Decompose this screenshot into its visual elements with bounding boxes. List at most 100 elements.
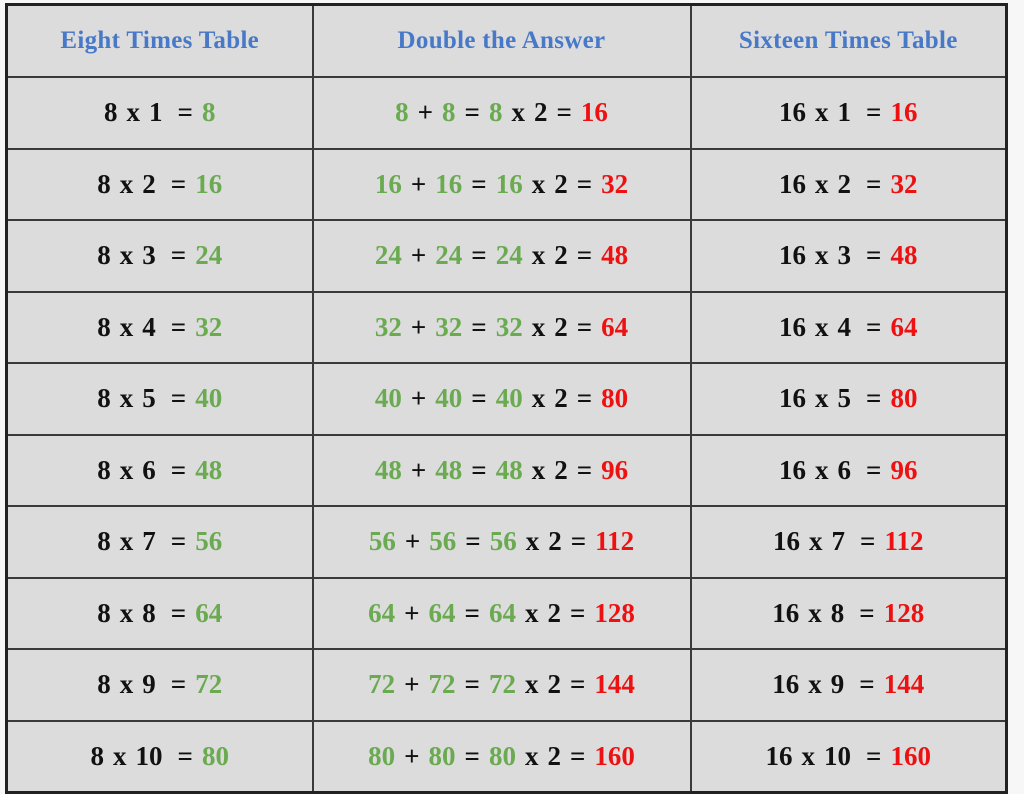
cell-double-the-answer: 32 +32 = 32 x 2 = 64 <box>311 290 692 364</box>
factor-b: 8 <box>142 597 156 628</box>
product-value: 32 <box>195 311 223 342</box>
factor-b: 6 <box>837 454 852 485</box>
times-operator: x <box>815 97 829 128</box>
base-value: 40 <box>495 383 523 414</box>
cell-eight-times-table: 8 x 5 = 40 <box>5 362 314 436</box>
cell-eight-times-table: 8 x 10 = 80 <box>5 719 314 794</box>
table-header: Eight Times Table Double the Answer Sixt… <box>5 3 1008 78</box>
cell-eight-times-table: 8 x 1 = 8 <box>5 76 314 150</box>
plus-operator: + <box>417 97 434 128</box>
equals-operator-first: = <box>471 311 487 342</box>
cell-double-the-answer: 56 +56 = 56 x 2 = 112 <box>311 505 692 579</box>
result-value: 96 <box>601 454 629 485</box>
result-value: 64 <box>601 311 629 342</box>
times-operator: x <box>119 526 134 557</box>
base-value: 48 <box>495 454 523 485</box>
cell-double-the-answer: 16 +16 = 16 x 2 = 32 <box>311 147 692 221</box>
times-operator: x <box>531 240 546 271</box>
equals-operator-first: = <box>465 526 481 557</box>
factor-a: 16 <box>779 311 807 342</box>
times-operator: x <box>531 168 546 199</box>
cell-sixteen-times-table: 16 x 6 = 96 <box>689 433 1008 507</box>
equals-operator: = <box>860 526 876 557</box>
factor-b: 10 <box>824 740 852 771</box>
doubling-factor: 2 <box>547 669 561 700</box>
addend-second: 64 <box>428 597 456 628</box>
times-table: Eight Times Table Double the Answer Sixt… <box>5 3 1008 794</box>
product-value: 48 <box>195 454 223 485</box>
equals-operator-second: = <box>569 669 586 700</box>
cell-double-the-answer: 72 +72 = 72 x 2 = 144 <box>311 648 692 722</box>
equals-operator-second: = <box>576 240 593 271</box>
equals-operator-first: = <box>464 97 480 128</box>
result-value: 144 <box>594 669 635 700</box>
product-value: 64 <box>195 597 223 628</box>
addend-first: 32 <box>374 311 402 342</box>
factor-b: 5 <box>837 383 852 414</box>
product-value: 24 <box>195 240 223 271</box>
times-operator: x <box>524 597 539 628</box>
equals-operator-second: = <box>576 311 593 342</box>
cell-eight-times-table: 8 x 7 = 56 <box>5 505 314 579</box>
factor-b: 6 <box>142 454 156 485</box>
product-value: 72 <box>195 669 223 700</box>
times-operator: x <box>815 383 829 414</box>
addend-first: 56 <box>368 526 396 557</box>
base-value: 56 <box>489 526 517 557</box>
factor-b: 4 <box>837 311 852 342</box>
factor-b: 8 <box>830 597 845 628</box>
product-value: 96 <box>890 454 918 485</box>
cell-eight-times-table: 8 x 6 = 48 <box>5 433 314 507</box>
table-row: 8 x 7 = 56 56 +56 = 56 x 2 = 112 16 x 7 = 112 <box>5 505 1008 579</box>
plus-operator: + <box>410 383 427 414</box>
equals-operator-first: = <box>464 597 480 628</box>
column-header-double-the-answer: Double the Answer <box>311 3 692 78</box>
addend-first: 16 <box>374 168 402 199</box>
table-row: 8 x 6 = 48 48 +48 = 48 x 2 = 96 16 x 6 = 96 <box>5 433 1008 507</box>
doubling-factor: 2 <box>554 383 568 414</box>
product-value: 40 <box>195 383 223 414</box>
product-value: 80 <box>201 740 229 771</box>
times-operator: x <box>524 740 539 771</box>
equals-operator-first: = <box>471 168 487 199</box>
header-row: Eight Times Table Double the Answer Sixt… <box>5 3 1008 78</box>
equals-operator-first: = <box>471 240 487 271</box>
factor-a: 8 <box>97 383 111 414</box>
base-value: 72 <box>488 669 516 700</box>
cell-sixteen-times-table: 16 x 8 = 128 <box>689 576 1008 650</box>
product-value: 64 <box>890 311 918 342</box>
cell-sixteen-times-table: 16 x 2 = 32 <box>689 147 1008 221</box>
factor-a: 8 <box>90 740 105 771</box>
addend-second: 8 <box>442 97 456 128</box>
factor-b: 7 <box>831 526 846 557</box>
table-row: 8 x 10 = 80 80 +80 = 80 x 2 = 160 16 x 10 = 160 <box>5 719 1008 794</box>
factor-b: 3 <box>837 240 852 271</box>
result-value: 160 <box>594 740 635 771</box>
cell-double-the-answer: 8 +8 = 8 x 2 = 16 <box>311 76 692 150</box>
times-operator: x <box>815 454 829 485</box>
times-operator: x <box>119 454 134 485</box>
plus-operator: + <box>404 597 420 628</box>
plus-operator: + <box>410 311 427 342</box>
equals-operator-first: = <box>471 383 487 414</box>
times-operator: x <box>531 454 546 485</box>
times-operator: x <box>531 311 546 342</box>
factor-a: 8 <box>97 240 111 271</box>
column-header-eight-times-table: Eight Times Table <box>5 3 314 78</box>
addend-first: 40 <box>374 383 402 414</box>
times-operator: x <box>815 311 829 342</box>
times-operator: x <box>511 97 525 128</box>
equals-operator-second: = <box>576 454 593 485</box>
plus-operator: + <box>404 740 420 771</box>
times-operator: x <box>815 168 829 199</box>
factor-a: 8 <box>97 168 111 199</box>
plus-operator: + <box>410 240 427 271</box>
factor-b: 3 <box>142 240 156 271</box>
cell-sixteen-times-table: 16 x 10 = 160 <box>689 719 1008 794</box>
equals-operator: = <box>170 454 187 485</box>
addend-first: 48 <box>374 454 402 485</box>
equals-operator: = <box>866 240 882 271</box>
table-row: 8 x 8 = 64 64 +64 = 64 x 2 = 128 16 x 8 = 128 <box>5 576 1008 650</box>
addend-second: 56 <box>429 526 457 557</box>
addend-first: 8 <box>395 97 409 128</box>
